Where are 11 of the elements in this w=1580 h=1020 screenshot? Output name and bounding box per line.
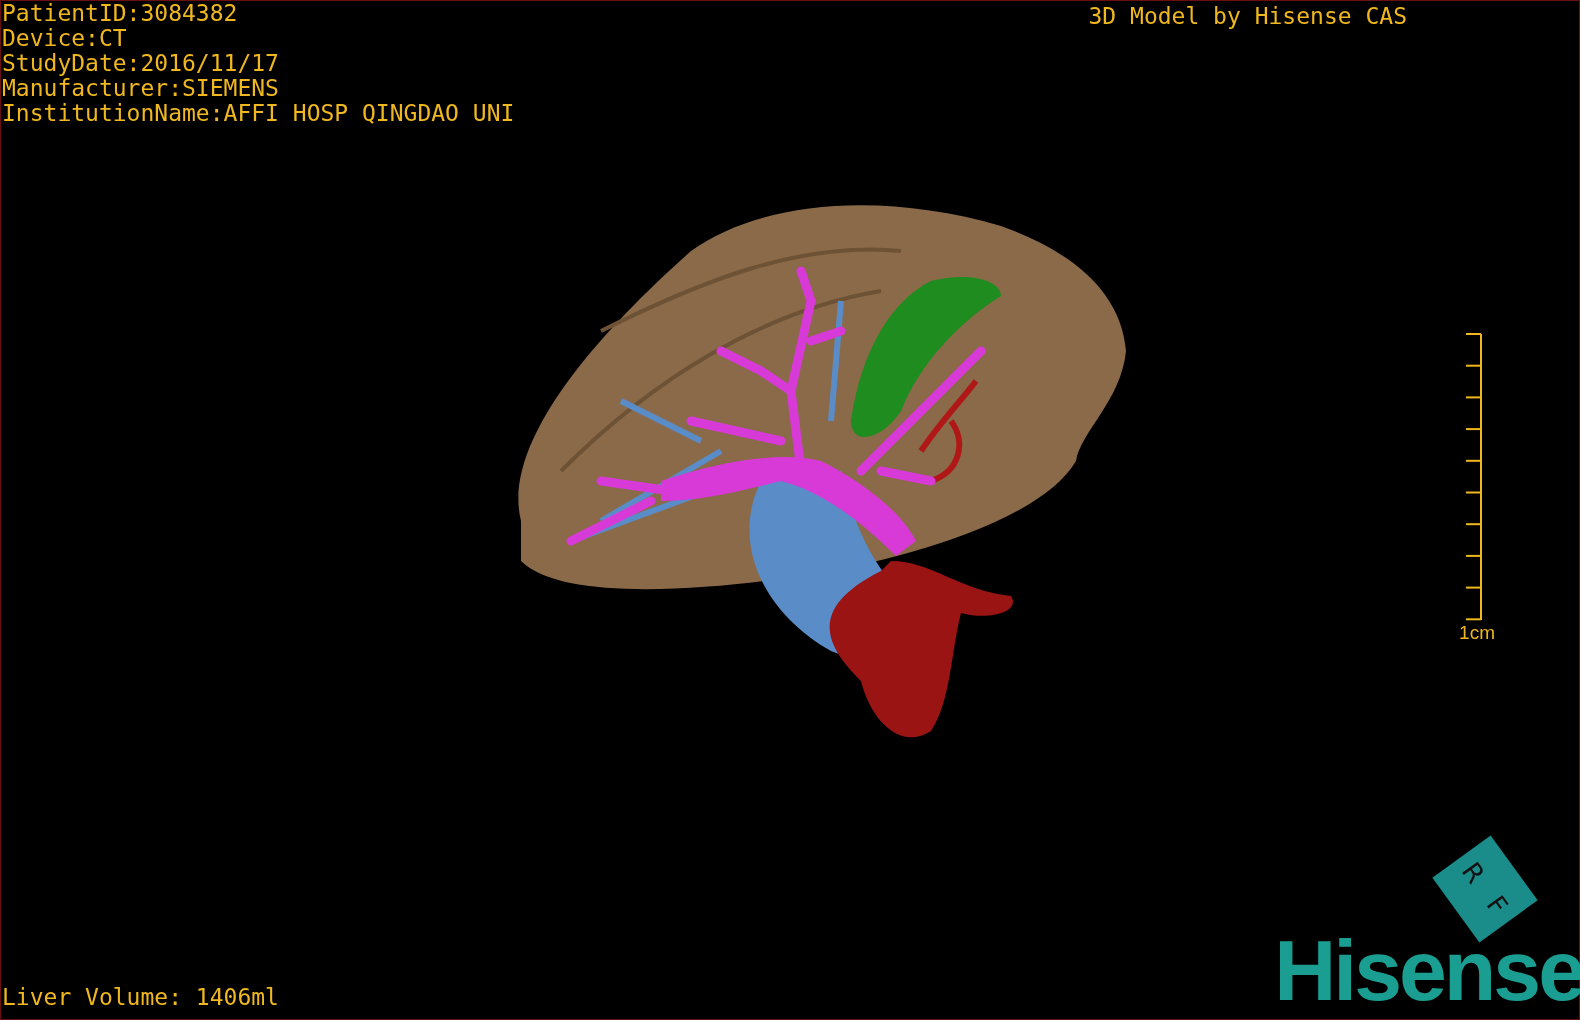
liver-volume-text: Liver Volume: 1406ml (1, 985, 279, 1010)
viewer-title: 3D Model by Hisense CAS (1088, 4, 1407, 31)
patient-info-text: PatientID:3084382 (2, 1, 239, 26)
orientation-label: R (1456, 857, 1490, 889)
scale-label: 1cm (1458, 622, 1495, 643)
patient-info-text: Device:CT (2, 26, 128, 51)
patient-info-text: Manufacturer:SIEMENS (2, 76, 280, 101)
orientation-label: F (1481, 890, 1513, 920)
patient-info-text: InstitutionName:AFFI HOSP QINGDAO UNI (2, 101, 515, 126)
patient-info-text: StudyDate:2016/11/17 (2, 51, 280, 76)
orientation-cube[interactable]: R F (1432, 835, 1538, 943)
